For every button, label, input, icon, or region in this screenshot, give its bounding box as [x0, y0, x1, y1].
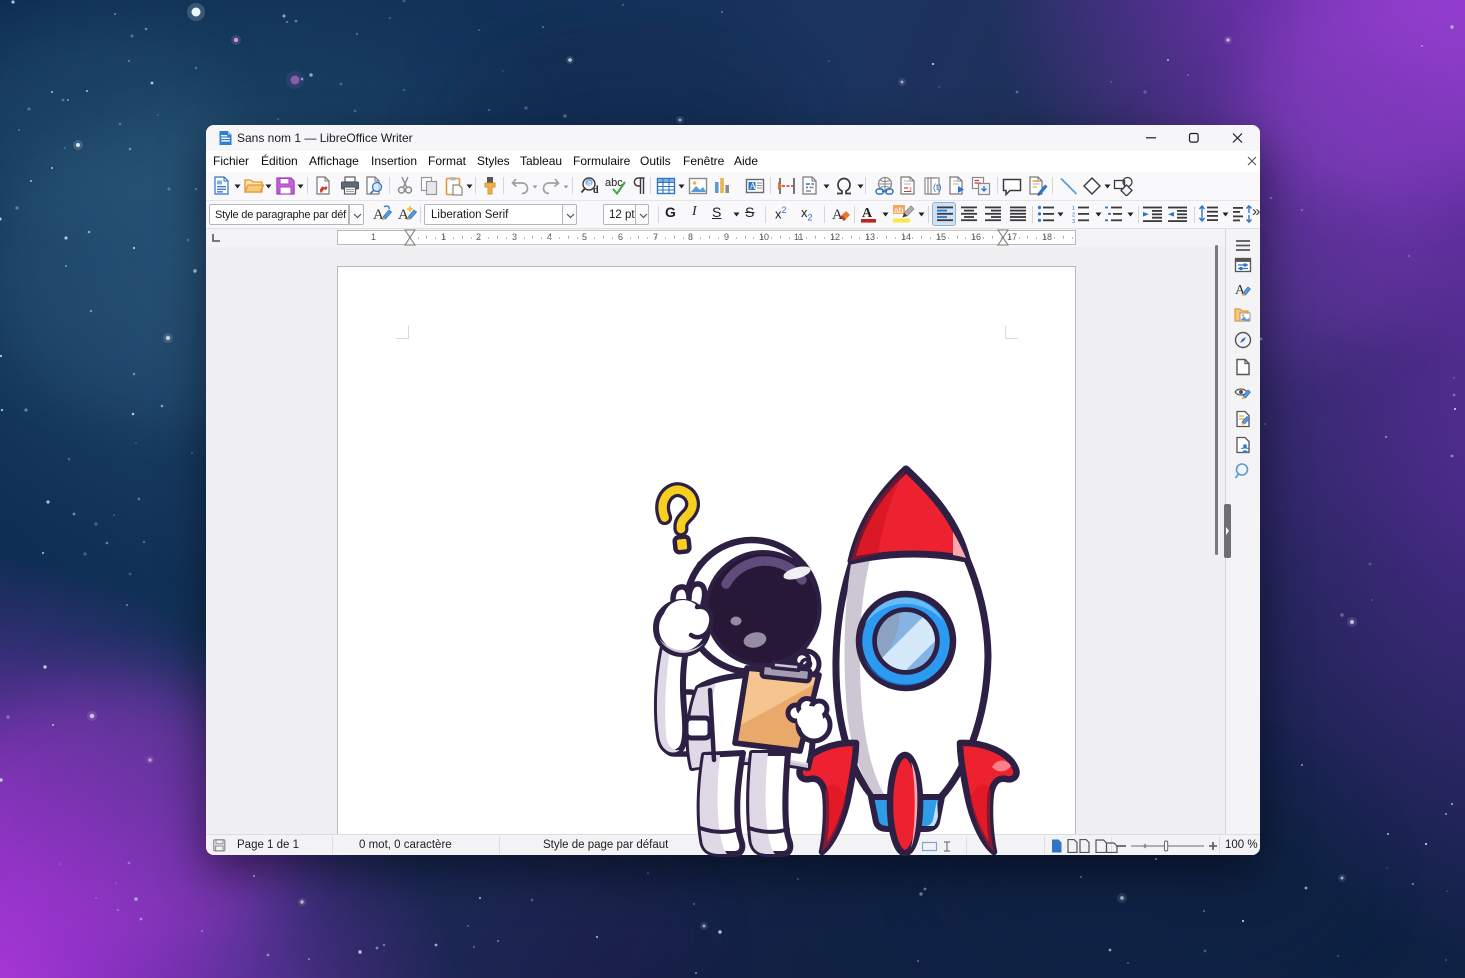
svg-text:3: 3: [1072, 219, 1075, 223]
svg-text:(t): (t): [933, 182, 942, 192]
svg-text:A: A: [373, 207, 384, 223]
svg-text:A: A: [1235, 283, 1246, 298]
svg-text:A: A: [862, 206, 873, 221]
svg-text:ab: ab: [894, 205, 904, 215]
svg-text:d: d: [593, 185, 599, 196]
svg-text:a: a: [587, 179, 592, 188]
svg-text:1: 1: [1072, 206, 1075, 212]
svg-text:A: A: [750, 181, 757, 191]
svg-text:2: 2: [1072, 213, 1075, 219]
svg-text:A: A: [832, 207, 843, 223]
svg-text:1: 1: [909, 186, 913, 194]
